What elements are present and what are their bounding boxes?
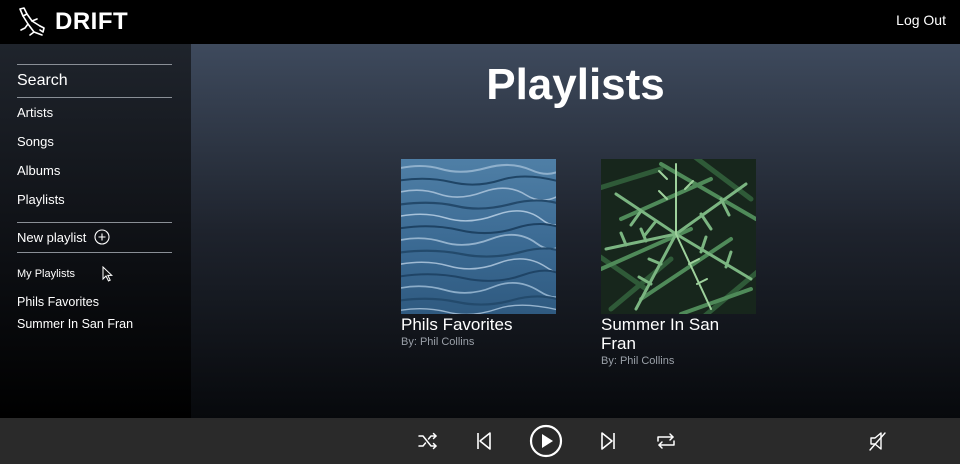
plus-circle-icon <box>94 229 110 245</box>
divider <box>17 252 172 253</box>
divider <box>17 64 172 65</box>
sidebar-playlist-item[interactable]: Phils Favorites <box>17 295 99 309</box>
playlist-cover-ocean <box>401 159 556 314</box>
playlist-card[interactable]: Phils Favorites By: Phil Collins <box>401 159 556 349</box>
app-name: DRIFT <box>55 8 129 35</box>
page-title: Playlists <box>486 60 665 109</box>
repeat-icon <box>657 433 675 449</box>
sidebar: Search Artists Songs Albums Playlists Ne… <box>0 44 191 418</box>
playlist-card-owner: By: Phil Collins <box>601 355 675 367</box>
main-content: Playlists Phils Favorites By: Phil Colli… <box>191 44 960 418</box>
play-icon <box>529 424 563 458</box>
next-icon <box>601 432 615 450</box>
play-button[interactable] <box>529 424 563 458</box>
mute-icon <box>869 432 886 451</box>
logout-button[interactable]: Log Out <box>896 12 946 28</box>
playlist-card[interactable]: Summer In San Fran By: Phil Collins <box>601 159 756 368</box>
my-playlists-heading: My Playlists <box>17 268 76 280</box>
shuffle-button[interactable] <box>417 430 439 452</box>
playlist-card-title: Phils Favorites <box>401 315 513 334</box>
sidebar-playlist-item[interactable]: Summer In San Fran <box>17 317 133 331</box>
new-playlist-label: New playlist <box>17 229 87 245</box>
playlist-card-title: Summer In San Fran <box>601 315 720 353</box>
sidebar-search-link[interactable]: Search <box>17 72 68 90</box>
repeat-button[interactable] <box>655 430 677 452</box>
playlist-cover-fern <box>601 159 756 314</box>
shuffle-icon <box>418 432 437 450</box>
divider <box>17 97 172 98</box>
divider <box>17 222 172 223</box>
sidebar-item-artists[interactable]: Artists <box>17 105 53 120</box>
previous-button[interactable] <box>475 431 493 451</box>
mute-button[interactable] <box>868 430 888 452</box>
playlist-card-owner: By: Phil Collins <box>401 336 475 348</box>
sidebar-item-playlists[interactable]: Playlists <box>17 192 65 207</box>
sidebar-item-albums[interactable]: Albums <box>17 163 60 178</box>
previous-icon <box>477 432 491 450</box>
new-playlist-button[interactable]: New playlist <box>17 229 110 245</box>
sidebar-item-songs[interactable]: Songs <box>17 134 54 149</box>
logo-icon <box>19 7 45 36</box>
next-button[interactable] <box>599 431 617 451</box>
top-bar: DRIFT Log Out <box>0 0 960 44</box>
player-bar <box>0 418 960 464</box>
app-logo[interactable]: DRIFT <box>16 6 128 38</box>
mouse-cursor-icon <box>102 266 113 282</box>
